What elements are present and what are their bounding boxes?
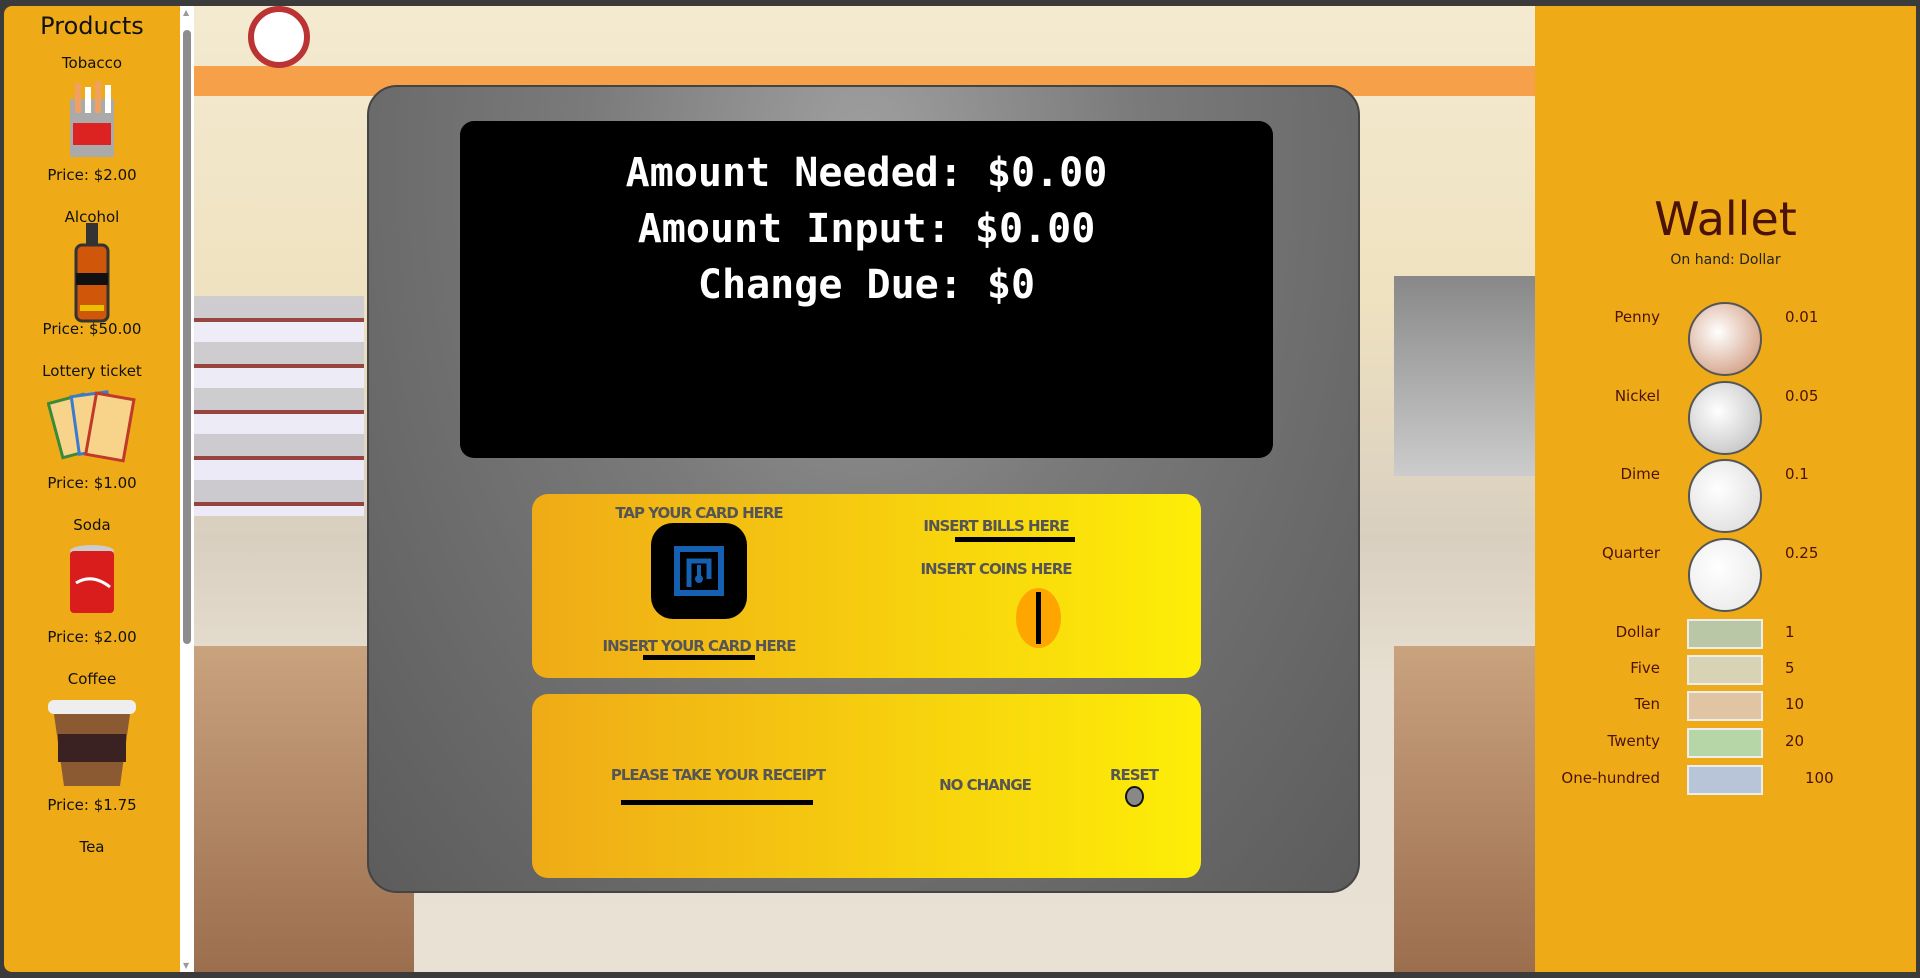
product-tea[interactable]: Tea: [4, 838, 180, 856]
currency-value: 0.01: [1785, 308, 1819, 326]
product-tobacco[interactable]: Tobacco Price: $2.00: [4, 54, 180, 184]
insert-bills-label: INSERT BILLS HERE: [923, 517, 1069, 535]
wallet-panel: Wallet On hand: Dollar Penny 0.01 Nickel 0.…: [1535, 6, 1916, 972]
currency-name: Quarter: [1602, 544, 1660, 562]
product-price: Price: $2.00: [47, 628, 137, 646]
bill-icon[interactable]: [1687, 765, 1763, 795]
product-name: Soda: [73, 516, 111, 534]
bill-icon[interactable]: [1687, 619, 1763, 649]
receipt-slot[interactable]: [621, 800, 813, 805]
currency-value: 0.25: [1785, 544, 1819, 562]
reset-label: RESET: [1109, 766, 1159, 784]
change-due: Change Due: $0: [697, 262, 1036, 308]
amount-needed: Amount Needed: $0.00: [625, 150, 1108, 196]
display-screen: Amount Needed: $0.00 Amount Input: $0.00…: [460, 121, 1273, 458]
currency-name: One-hundred: [1561, 769, 1660, 787]
product-alcohol[interactable]: Alcohol Price: $50.00: [4, 208, 180, 338]
product-name: Tea: [79, 838, 105, 856]
wallet-title: Wallet: [1654, 192, 1797, 246]
product-price: Price: $1.00: [47, 474, 137, 492]
product-name: Coffee: [67, 670, 117, 688]
soda-can-icon: [4, 540, 180, 622]
currency-value: 100: [1805, 769, 1834, 787]
product-price: Price: $2.00: [47, 166, 137, 184]
currency-value: 5: [1785, 659, 1795, 677]
currency-name: Nickel: [1614, 387, 1660, 405]
product-price: Price: $50.00: [42, 320, 142, 338]
receipt-label: PLEASE TAKE YOUR RECEIPT: [610, 766, 826, 784]
coin-icon[interactable]: [1688, 302, 1762, 376]
output-panel: PLEASE TAKE YOUR RECEIPT NO CHANGE RESET: [532, 694, 1201, 878]
coffee-cup-icon: [4, 694, 180, 790]
card-slot[interactable]: [643, 655, 755, 660]
insert-coins-label: INSERT COINS HERE: [920, 560, 1072, 578]
product-price: Price: $1.75: [47, 796, 137, 814]
scrollbar-thumb[interactable]: [183, 30, 191, 644]
product-name: Lottery ticket: [42, 362, 142, 380]
coin-slot[interactable]: [1016, 588, 1061, 648]
currency-value: 0.1: [1785, 465, 1809, 483]
currency-value: 20: [1785, 732, 1805, 750]
lottery-ticket-icon: [4, 386, 180, 468]
product-soda[interactable]: Soda Price: $2.00: [4, 516, 180, 646]
payment-kiosk: Amount Needed: $0.00 Amount Input: $0.00…: [367, 85, 1360, 893]
reset-button[interactable]: [1125, 786, 1144, 807]
coin-icon[interactable]: [1688, 538, 1762, 612]
change-label: NO CHANGE: [939, 776, 1032, 794]
currency-name: Five: [1630, 659, 1660, 677]
bill-icon[interactable]: [1687, 691, 1763, 721]
products-sidebar: Products Tobacco Price: $2.00 Alcohol Pr…: [4, 6, 180, 972]
currency-name: Penny: [1614, 308, 1660, 326]
currency-value: 0.05: [1785, 387, 1819, 405]
tap-card-label: TAP YOUR CARD HERE: [615, 504, 783, 522]
payment-panel: TAP YOUR CARD HERE INSERT YOUR CARD HERE…: [532, 494, 1201, 678]
on-hand-status: On hand: Dollar: [1670, 252, 1781, 268]
amount-input: Amount Input: $0.00: [637, 206, 1096, 252]
scroll-up-icon[interactable]: ▲: [183, 8, 189, 17]
bill-slot[interactable]: [955, 537, 1075, 542]
insert-card-label: INSERT YOUR CARD HERE: [602, 637, 797, 655]
scroll-down-icon[interactable]: ▼: [183, 961, 189, 970]
currency-value: 10: [1785, 695, 1805, 713]
currency-name: Ten: [1634, 695, 1660, 713]
bill-icon[interactable]: [1687, 655, 1763, 685]
sidebar-scrollbar[interactable]: ▲ ▼: [180, 6, 194, 972]
currency-name: Twenty: [1607, 732, 1660, 750]
cigarette-pack-icon: [4, 78, 180, 160]
products-title: Products: [40, 12, 144, 40]
nfc-reader-icon[interactable]: [651, 523, 747, 619]
currency-name: Dime: [1620, 465, 1660, 483]
product-coffee[interactable]: Coffee Price: $1.75: [4, 670, 180, 814]
coin-icon[interactable]: [1688, 381, 1762, 455]
product-name: Tobacco: [61, 54, 123, 72]
coin-icon[interactable]: [1688, 459, 1762, 533]
currency-name: Dollar: [1615, 623, 1660, 641]
product-lottery-ticket[interactable]: Lottery ticket Price: $1.00: [4, 362, 180, 492]
bottle-icon: [4, 223, 180, 323]
currency-value: 1: [1785, 623, 1795, 641]
bill-icon[interactable]: [1687, 728, 1763, 758]
